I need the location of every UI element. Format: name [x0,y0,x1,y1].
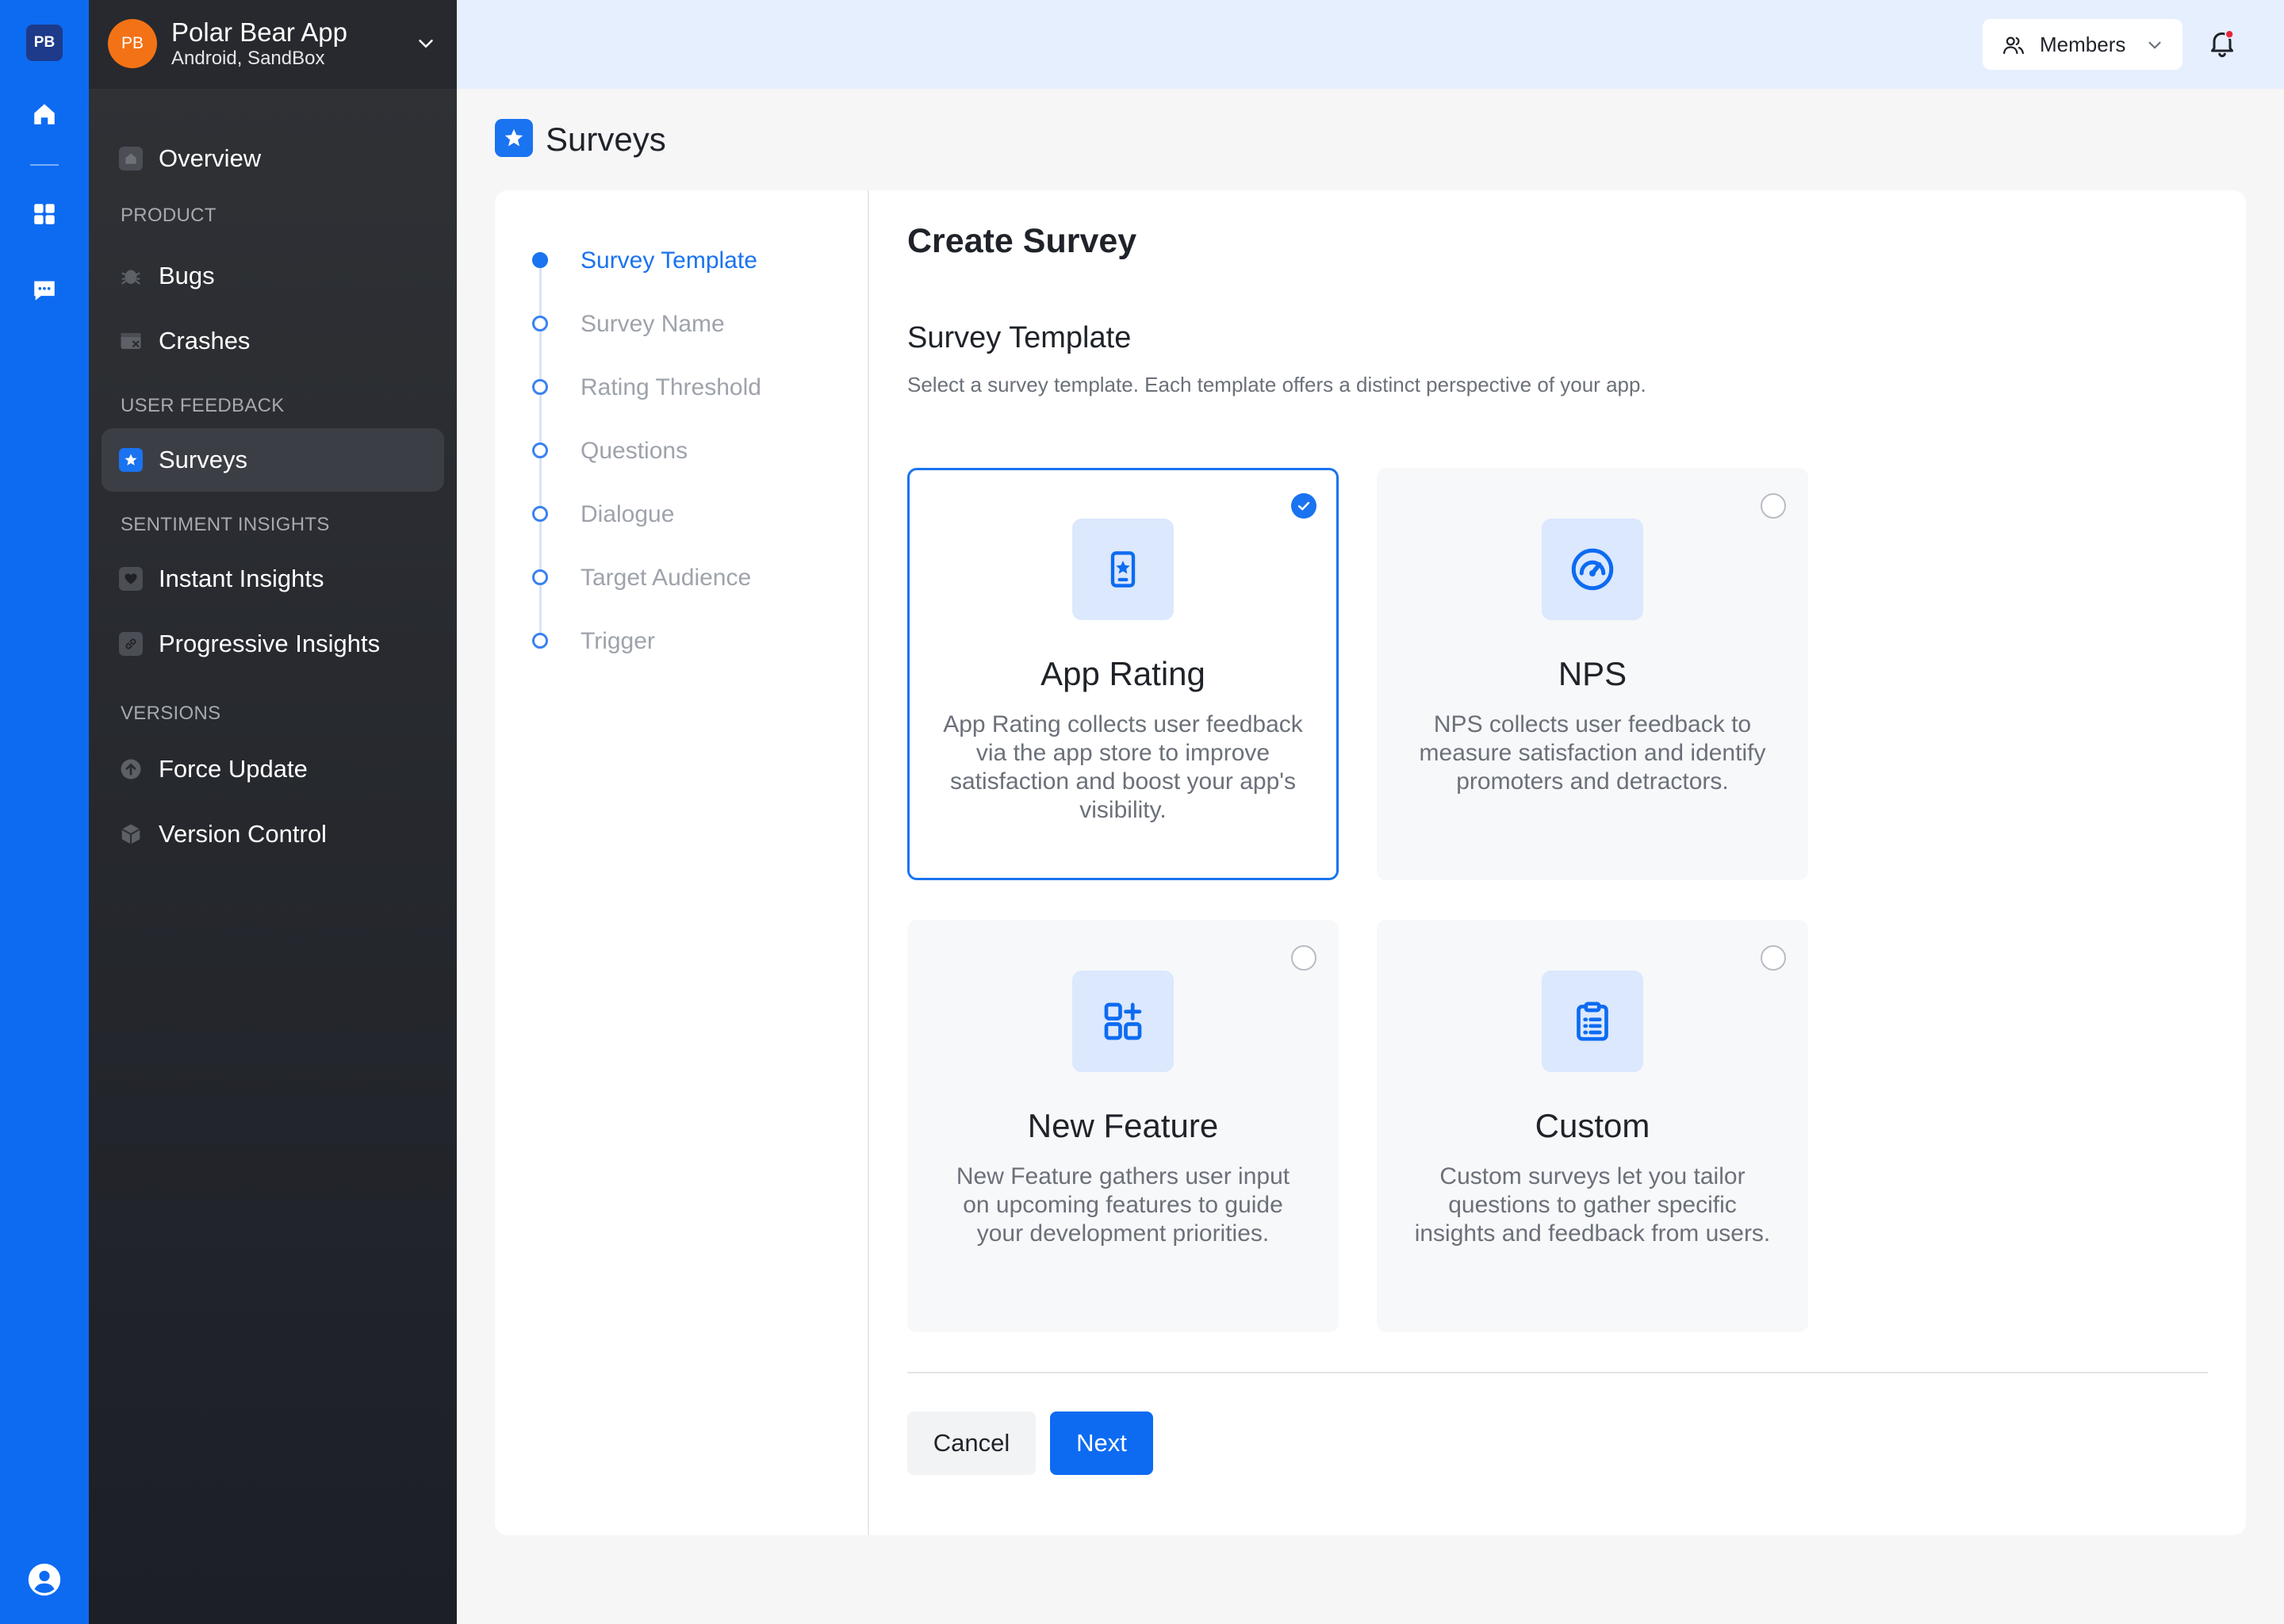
sidebar-item-label: Crashes [159,327,251,354]
template-card-app-rating[interactable]: App Rating App Rating collects user feed… [907,468,1339,880]
step-survey-name[interactable]: Survey Name [523,306,841,346]
top-bar: Members [457,0,2284,89]
section-description: Select a survey template. Each template … [907,373,1646,396]
step-target-audience[interactable]: Target Audience [523,560,841,599]
step-dot [532,316,548,331]
app-platform: Android, SandBox [171,48,325,69]
gauge-icon [1542,519,1643,620]
rail-divider [30,164,59,166]
step-label: Survey Name [581,311,725,337]
workspace-logo[interactable]: PB [26,25,63,61]
cancel-button[interactable]: Cancel [907,1411,1036,1475]
chat-icon[interactable] [27,273,62,308]
notification-bell-icon[interactable] [2206,27,2241,62]
bug-icon [119,264,143,288]
step-dot [532,379,548,395]
sidebar-item-instant-insights[interactable]: Instant Insights [102,547,444,611]
dashboard-grid-icon[interactable] [27,197,62,232]
page-title: Surveys [546,121,666,158]
app-switcher[interactable]: PB Polar Bear App Android, SandBox [89,0,457,89]
app-name: Polar Bear App [171,17,347,47]
template-card-nps[interactable]: NPS NPS collects user feedback to measur… [1377,468,1808,880]
home-icon [119,147,143,170]
app-avatar: PB [108,19,157,68]
template-description: New Feature gathers user input on upcomi… [956,1163,1290,1247]
stepper-divider [868,190,869,1535]
radio-checked-icon[interactable] [1291,493,1316,519]
section-sentiment-insights: SENTIMENT INSIGHTS [121,514,330,535]
sidebar-item-label: Progressive Insights [159,630,381,657]
template-name: Custom [1535,1107,1650,1144]
step-label: Questions [581,438,688,464]
section-product: PRODUCT [121,205,217,226]
crash-window-icon [119,329,143,353]
step-dot [532,506,548,522]
template-description: App Rating collects user feedback via th… [943,711,1303,823]
step-label: Dialogue [581,501,675,527]
form-title: Create Survey [907,222,1137,260]
sidebar-item-overview[interactable]: Overview [102,127,444,190]
chevron-down-icon[interactable] [414,32,438,56]
sidebar-item-version-control[interactable]: Version Control [102,802,444,866]
step-dot [532,252,548,268]
template-card-new-feature[interactable]: New Feature New Feature gathers user inp… [907,920,1339,1332]
sidebar-item-progressive-insights[interactable]: Progressive Insights [102,612,444,676]
radio-unchecked-icon[interactable] [1761,493,1786,519]
grid-plus-icon [1072,971,1174,1072]
radio-unchecked-icon[interactable] [1761,945,1786,971]
step-trigger[interactable]: Trigger [523,623,841,663]
sidebar-item-crashes[interactable]: Crashes [102,309,444,373]
sidebar-item-label: Overview [159,144,262,172]
template-description: NPS collects user feedback to measure sa… [1419,711,1766,795]
star-icon [119,448,143,472]
step-label: Rating Threshold [581,374,761,400]
next-button[interactable]: Next [1050,1411,1153,1475]
phone-star-icon [1072,519,1174,620]
step-dot [532,633,548,649]
template-card-custom[interactable]: Custom Custom surveys let you tailor que… [1377,920,1808,1332]
link-icon [119,632,143,656]
upload-circle-icon [119,757,143,781]
sidebar-item-label: Bugs [159,262,215,289]
members-dropdown[interactable]: Members [1983,19,2182,70]
step-label: Survey Template [581,247,757,274]
radio-unchecked-icon[interactable] [1291,945,1316,971]
sidebar-item-label: Force Update [159,755,308,783]
sidebar-item-label: Instant Insights [159,565,324,592]
box-icon [119,822,143,846]
account-icon[interactable] [27,1562,62,1597]
step-dialogue[interactable]: Dialogue [523,496,841,536]
section-title: Survey Template [907,321,1132,354]
step-label: Target Audience [581,565,752,591]
sidebar-item-force-update[interactable]: Force Update [102,737,444,801]
sidebar-item-label: Version Control [159,820,327,848]
step-dot [532,442,548,458]
chevron-down-icon [2144,35,2165,59]
sidebar: PB Polar Bear App Android, SandBox Overv… [89,0,457,1624]
step-label: Trigger [581,628,655,654]
sidebar-item-bugs[interactable]: Bugs [102,244,444,308]
section-user-feedback: USER FEEDBACK [121,395,285,416]
template-name: App Rating [1040,655,1205,692]
actions-divider [907,1372,2208,1373]
heart-icon [119,567,143,591]
app-rail: PB [0,0,89,1624]
step-questions[interactable]: Questions [523,433,841,473]
template-name: NPS [1558,655,1627,692]
home-icon[interactable] [27,97,62,132]
members-label: Members [2040,33,2126,56]
step-rating-threshold[interactable]: Rating Threshold [523,370,841,409]
section-versions: VERSIONS [121,703,221,724]
clipboard-list-icon [1542,971,1643,1072]
step-survey-template[interactable]: Survey Template [523,243,841,282]
surveys-star-icon [495,119,533,157]
step-dot [532,569,548,585]
users-icon [2002,33,2025,61]
sidebar-item-surveys[interactable]: Surveys [102,428,444,492]
template-description: Custom surveys let you tailor questions … [1414,1163,1771,1247]
template-name: New Feature [1027,1107,1219,1144]
sidebar-item-label: Surveys [159,446,247,473]
